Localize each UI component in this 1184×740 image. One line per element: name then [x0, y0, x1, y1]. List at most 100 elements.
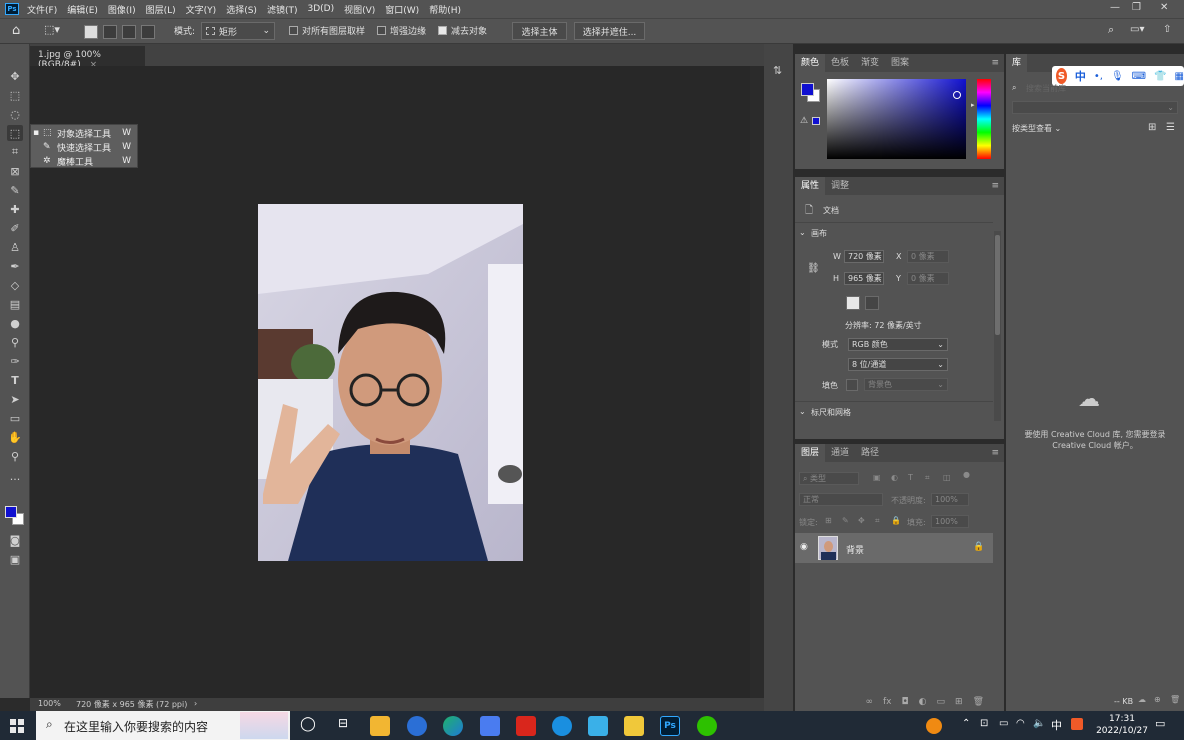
add-selection-icon[interactable] [103, 25, 117, 39]
tab-channels[interactable]: 通道 [825, 444, 855, 462]
tray-expand-icon[interactable]: ⌃ [962, 718, 970, 729]
app-cloud-icon[interactable] [588, 716, 608, 736]
ime-menu-icon[interactable]: ▦ [1175, 71, 1184, 82]
app-folder-icon[interactable] [624, 716, 644, 736]
height-field[interactable]: 965 像素 [844, 272, 884, 285]
view-by-type-dropdown[interactable]: 按类型查看 ⌄ [1012, 123, 1061, 134]
trash-icon[interactable]: 🗑 [973, 697, 984, 707]
hue-slider-handle-icon[interactable]: ▸ [971, 101, 975, 109]
menu-edit[interactable]: 编辑(E) [67, 3, 98, 16]
tray-app-icon[interactable] [926, 718, 942, 734]
task-view-icon[interactable]: ◯ [298, 716, 318, 736]
filter-smart-object-icon[interactable]: ◫ [943, 473, 951, 482]
scrollbar-thumb[interactable] [995, 235, 1000, 335]
tab-layers[interactable]: 图层 [795, 444, 826, 462]
new-layer-icon[interactable]: ⊞ [955, 697, 963, 707]
tray-display-icon[interactable]: ▭ [999, 718, 1008, 729]
color-picker-handle[interactable] [953, 91, 961, 99]
ime-toolbar[interactable]: S 中 •, 🎙 ⌨ 👕 ▦ [1052, 66, 1184, 86]
eye-visibility-icon[interactable]: ◉ [800, 542, 808, 552]
hand-tool-icon[interactable]: ✋ [7, 429, 23, 445]
flyout-magic-wand[interactable]: ✲ 魔棒工具 W [31, 154, 137, 168]
enhance-edge-checkbox[interactable]: 增强边缘 [377, 24, 426, 37]
out-of-gamut-icon[interactable]: ⚠ [800, 116, 808, 126]
healing-brush-icon[interactable]: ✚ [7, 201, 23, 217]
add-icon[interactable]: ⊕ [1154, 695, 1161, 704]
mask-icon[interactable]: ◘ [902, 697, 909, 707]
tool-preset-icon[interactable]: ⬚▾ [44, 23, 60, 36]
skin-icon[interactable]: 👕 [1154, 71, 1166, 82]
hue-slider[interactable] [977, 79, 991, 159]
tab-gradients[interactable]: 渐变 [855, 54, 885, 72]
gradient-tool-icon[interactable]: ▤ [7, 296, 23, 312]
lock-artboard-icon[interactable]: ⌗ [875, 516, 880, 526]
tab-properties[interactable]: 属性 [795, 177, 826, 195]
search-icon[interactable]: ⌕ [1108, 23, 1114, 37]
tab-color[interactable]: 颜色 [795, 54, 826, 72]
more-tools-icon[interactable]: ··· [7, 471, 23, 487]
tab-patterns[interactable]: 图案 [885, 54, 915, 72]
zoom-level[interactable]: 100% [38, 699, 61, 708]
restore-button[interactable]: ❐ [1132, 2, 1141, 13]
tab-library[interactable]: 库 [1006, 54, 1028, 72]
flyout-object-selection[interactable]: ▪ ⬚ 对象选择工具 W [31, 126, 137, 140]
properties-scrollbar[interactable] [994, 231, 1001, 421]
edge-browser-icon[interactable] [443, 716, 463, 736]
color-mode-select[interactable]: RGB 颜色 ⌄ [848, 338, 948, 351]
type-tool-icon[interactable]: T [7, 372, 23, 388]
taskbar-search-box[interactable]: ⌕ 在这里输入你要搜索的内容 [36, 711, 290, 740]
chevron-down-icon[interactable]: ⌄ [799, 407, 806, 416]
link-dimensions-icon[interactable]: ⛓ [807, 263, 820, 274]
close-button[interactable]: ✕ [1160, 2, 1168, 13]
foreground-color-swatch[interactable] [801, 83, 814, 96]
blur-tool-icon[interactable]: ● [7, 315, 23, 331]
eraser-tool-icon[interactable]: ◇ [7, 277, 23, 293]
x-field[interactable]: 0 像素 [907, 250, 949, 263]
menu-3d[interactable]: 3D(D) [307, 4, 334, 14]
history-panel-icon[interactable]: ⇅ [773, 64, 782, 77]
landscape-orientation-icon[interactable] [865, 296, 879, 310]
filter-type-icon[interactable]: T [908, 473, 913, 482]
rulers-section-title[interactable]: 标尺和网格 [811, 407, 851, 418]
menu-file[interactable]: 文件(F) [27, 3, 57, 16]
pen-tool-icon[interactable]: ✑ [7, 353, 23, 369]
select-and-mask-button[interactable]: 选择并遮住... [574, 22, 645, 40]
new-selection-icon[interactable] [84, 25, 98, 39]
move-tool-icon[interactable]: ✥ [7, 68, 23, 84]
fx-icon[interactable]: fx [883, 697, 892, 707]
lock-all-icon[interactable]: 🔒 [891, 516, 901, 525]
menu-type[interactable]: 文字(Y) [186, 3, 217, 16]
share-icon[interactable]: ⇧ [1163, 24, 1171, 35]
menu-image[interactable]: 图像(I) [108, 3, 136, 16]
menu-filter[interactable]: 滤镜(T) [267, 3, 298, 16]
filter-shape-icon[interactable]: ⌗ [925, 473, 930, 483]
trash-icon[interactable]: 🗑 [1170, 695, 1180, 704]
clone-stamp-icon[interactable]: ♙ [7, 239, 23, 255]
tab-adjustments[interactable]: 调整 [825, 177, 855, 195]
ime-language[interactable]: 中 [1075, 68, 1086, 84]
wifi-icon[interactable]: ◠ [1016, 718, 1025, 729]
flyout-quick-selection[interactable]: ✎ 快速选择工具 W [31, 140, 137, 154]
color-field[interactable] [827, 79, 966, 159]
widgets-icon[interactable]: ⊟ [333, 716, 353, 736]
file-explorer-icon[interactable] [370, 716, 390, 736]
wps-office-icon[interactable] [516, 716, 536, 736]
notes-app-icon[interactable] [480, 716, 500, 736]
frame-tool-icon[interactable]: ⊠ [7, 163, 23, 179]
group-icon[interactable]: ▭ [937, 697, 946, 707]
portrait-orientation-icon[interactable] [846, 296, 860, 310]
gamut-color-swatch[interactable] [812, 117, 820, 125]
subtract-object-checkbox[interactable]: 减去对象 [438, 24, 487, 37]
canvas-section-title[interactable]: 画布 [811, 228, 827, 239]
tab-swatches[interactable]: 色板 [825, 54, 855, 72]
eyedropper-tool-icon[interactable]: ✎ [7, 182, 23, 198]
lock-pixels-icon[interactable]: ✎ [842, 516, 849, 525]
menu-window[interactable]: 窗口(W) [385, 3, 419, 16]
y-field[interactable]: 0 像素 [907, 272, 949, 285]
sogou-tray-icon[interactable] [1071, 718, 1083, 730]
rectangle-tool-icon[interactable]: ▭ [7, 410, 23, 426]
taskbar-clock[interactable]: 17:31 2022/10/27 [1094, 713, 1150, 737]
library-search-input[interactable]: 搜索当前库 [1026, 83, 1066, 94]
chevron-down-icon[interactable]: ⌄ [799, 228, 806, 237]
panel-menu-icon[interactable]: ≡ [991, 181, 999, 191]
